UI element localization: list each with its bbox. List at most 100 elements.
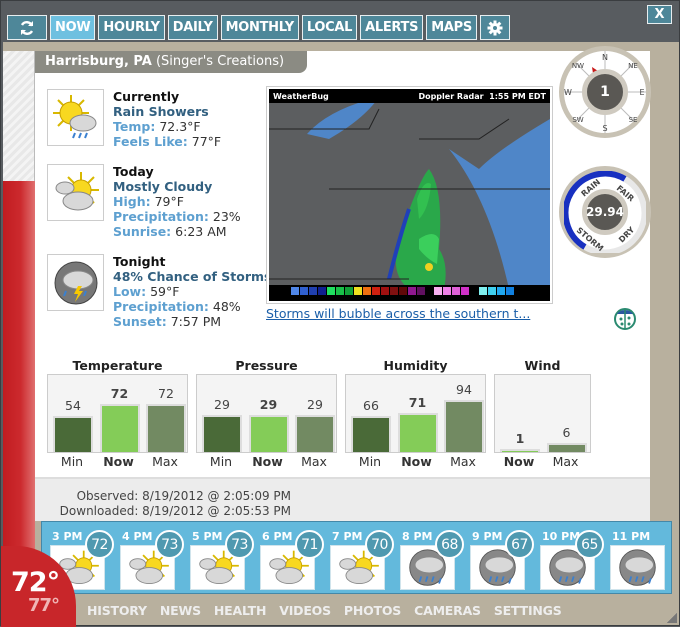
tonight-conditions: Tonight 48% Chance of Storms Low: 59°F P…	[47, 254, 272, 349]
hourly-item[interactable]: 7 PM 70	[330, 522, 400, 593]
station-name: (Singer's Creations)	[155, 54, 285, 69]
gauge-value-now: 72	[110, 386, 129, 401]
gauge-box: 66 71 94	[345, 374, 486, 453]
footer-news[interactable]: NEWS	[160, 603, 201, 618]
hourly-forecast-strip[interactable]: 3 PM 72 4 PM 73 5 PM 73 6 PM 71 7 PM 70 8 PM 68 9 PM…	[41, 521, 672, 594]
timestamps: Observed: 8/19/2012 @ 2:05:09 PM Downloa…	[35, 477, 650, 521]
gauge-label-now: Now	[103, 454, 134, 469]
footer-cameras[interactable]: CAMERAS	[414, 603, 481, 618]
gauge-value-max: 94	[456, 382, 472, 397]
hourly-temp-badge: 73	[225, 530, 254, 559]
hourly-item[interactable]: 6 PM 71	[260, 522, 330, 593]
settings-button[interactable]	[479, 15, 510, 40]
tab-daily[interactable]: DAILY	[167, 15, 218, 40]
high-label: High:	[113, 194, 151, 209]
gauge-value-max: 29	[307, 397, 323, 412]
gauge-value-max: 72	[158, 386, 174, 401]
svg-text:E: E	[639, 88, 644, 97]
thermometer-empty	[3, 51, 35, 181]
radar-caption-link[interactable]: Storms will bubble across the southern t…	[266, 306, 530, 321]
temp-value: 72.3°F	[159, 119, 201, 134]
gauge-value-min: 29	[214, 397, 230, 412]
gauge-title: Pressure	[235, 358, 298, 373]
hourly-time: 4 PM	[122, 530, 153, 543]
gauge-box: 16	[494, 374, 591, 453]
location-bar: Harrisburg, PA (Singer's Creations)	[35, 51, 307, 73]
gauge-bar-max	[444, 400, 484, 452]
low-label: Low:	[113, 284, 147, 299]
gauge-bar-min	[53, 416, 93, 452]
radar-title: Doppler Radar	[418, 91, 484, 101]
current-heading: Currently	[113, 89, 180, 104]
close-button[interactable]: X	[647, 5, 672, 24]
gear-icon	[487, 20, 503, 35]
refresh-button[interactable]	[7, 15, 47, 40]
footer-videos[interactable]: VIDEOS	[279, 603, 331, 618]
current-conditions: Currently Rain Showers Temp: 72.3°F Feel…	[47, 89, 267, 159]
sunset-label: Sunset:	[113, 314, 167, 329]
tonight-precip-value: 48%	[212, 299, 241, 314]
gauge-value-max: 6	[562, 425, 571, 440]
tonight-heading: Tonight	[113, 254, 166, 269]
sun-cloud-rain-icon	[47, 89, 104, 146]
tab-monthly[interactable]: MONTHLY	[220, 15, 299, 40]
tab-maps[interactable]: MAPS	[426, 15, 477, 40]
radar-legend	[269, 285, 550, 301]
gauge-wind: Wind 1 6 Now Max	[494, 358, 591, 469]
hourly-item[interactable]: 11 PM	[610, 522, 671, 593]
footer-photos[interactable]: PHOTOS	[344, 603, 401, 618]
gauge-bar-max	[546, 443, 587, 452]
hourly-temp-badge: 65	[575, 530, 604, 559]
footer-history[interactable]: HISTORY	[87, 603, 147, 618]
svg-text:SW: SW	[572, 116, 583, 124]
weatherbug-logo-icon[interactable]	[613, 304, 637, 330]
resize-grip[interactable]	[667, 613, 677, 623]
hourly-item[interactable]: 4 PM 73	[120, 522, 190, 593]
gauge-box: 54 72 72	[47, 374, 188, 453]
today-precip-label: Precipitation:	[113, 209, 209, 224]
footer-settings[interactable]: SETTINGS	[494, 603, 562, 618]
radar-map[interactable]: WeatherBug Doppler Radar 1:55 PM EDT	[266, 86, 553, 304]
city-name: Harrisburg, PA	[45, 54, 152, 69]
hourly-temp-badge: 71	[295, 530, 324, 559]
current-temp-large: 72°	[11, 567, 60, 598]
sunset-value: 7:57 PM	[170, 314, 222, 329]
tab-hourly[interactable]: HOURLY	[98, 15, 165, 40]
hourly-item[interactable]: 5 PM 73	[190, 522, 260, 593]
hourly-item[interactable]: 10 PM 65	[540, 522, 610, 593]
tonight-precip-label: Precipitation:	[113, 299, 209, 314]
gauge-title: Temperature	[72, 358, 163, 373]
hourly-item[interactable]: 8 PM 68	[400, 522, 470, 593]
thermometer-mercury	[3, 181, 35, 561]
today-heading: Today	[113, 164, 154, 179]
hourly-temp-badge: 70	[365, 530, 394, 559]
gauge-bar-now	[99, 404, 140, 452]
footer-health[interactable]: HEALTH	[214, 603, 267, 618]
radar-header: WeatherBug Doppler Radar 1:55 PM EDT	[269, 89, 550, 103]
gauge-title: Wind	[524, 358, 561, 373]
high-value: 79°F	[154, 194, 184, 209]
tab-alerts[interactable]: ALERTS	[360, 15, 424, 40]
gauge-label-now: Now	[503, 454, 535, 469]
gauge-label-now: Now	[401, 454, 432, 469]
gauge-label-now: Now	[252, 454, 283, 469]
tonight-desc: 48% Chance of Storms	[113, 269, 272, 284]
gauge-value-now: 71	[408, 395, 427, 410]
tab-local[interactable]: LOCAL	[301, 15, 358, 40]
weather-window: NOW HOURLY DAILY MONTHLY LOCAL ALERTS MA…	[0, 0, 680, 627]
mostly-cloudy-icon	[47, 164, 104, 221]
tab-now[interactable]: NOW	[50, 15, 96, 40]
hourly-item[interactable]: 9 PM 67	[470, 522, 540, 593]
gauge-value-now: 1	[515, 431, 525, 446]
hourly-time: 11 PM	[612, 530, 651, 543]
gauge-label-max: Max	[301, 454, 327, 469]
wind-compass: N S W E NW NE SW SE 1	[559, 46, 651, 138]
feels-like-value: 77°F	[191, 134, 222, 149]
gauge-humidity: Humidity 66 71 94 Min Now Max	[345, 358, 486, 469]
gauge-label-max: Max	[552, 454, 579, 469]
radar-legend-scale	[291, 287, 514, 295]
gauge-value-min: 54	[65, 398, 81, 413]
gauge-label-min: Min	[358, 454, 382, 469]
downloaded-time: Downloaded: 8/19/2012 @ 2:05:53 PM	[59, 504, 291, 518]
hourly-temp-badge: 72	[85, 530, 114, 559]
